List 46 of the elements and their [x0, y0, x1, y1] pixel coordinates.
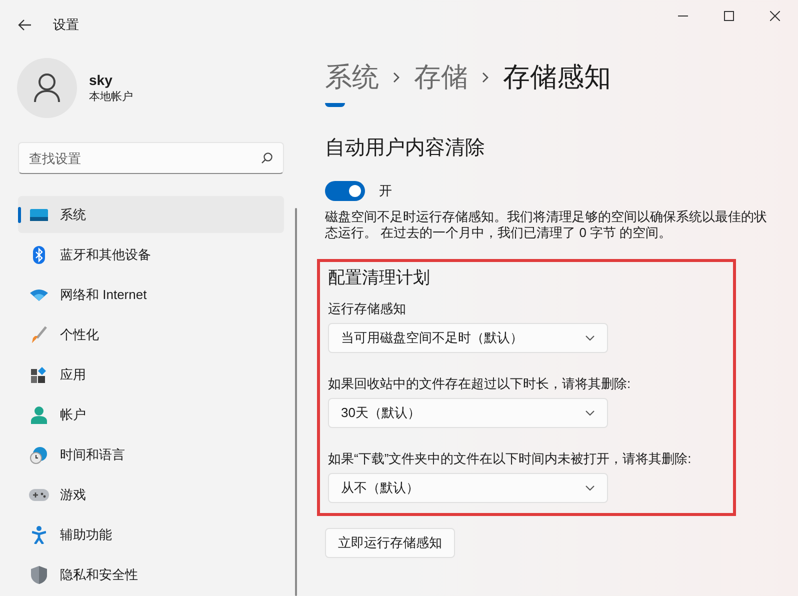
sidebar-item[interactable]: 蓝牙和其他设备: [18, 236, 284, 273]
clock-globe-icon: [28, 446, 50, 464]
maximize-icon: [724, 11, 734, 21]
sidebar-item[interactable]: 辅助功能: [18, 516, 284, 553]
person-icon: [28, 406, 50, 424]
wifi-icon: [28, 288, 50, 300]
sidebar-item[interactable]: 隐私和安全性: [18, 556, 284, 593]
sidebar-item[interactable]: 时间和语言: [18, 436, 284, 473]
chevron-down-icon: [585, 485, 595, 491]
setting-label: 如果回收站中的文件存在超过以下时长，请将其删除:: [328, 375, 632, 393]
scrollbar[interactable]: [295, 208, 297, 596]
sidebar-item[interactable]: 游戏: [18, 476, 284, 513]
shield-icon: [28, 566, 50, 584]
section-title: 配置清理计划: [328, 267, 431, 289]
description-text: 磁盘空间不足时运行存储感知。我们将清理足够的空间以确保系统以最佳的状态运行。 在过去的一个月中，我们已清理了 0 字节 的空间。: [325, 209, 768, 241]
account-type: 本地帐户: [89, 90, 133, 105]
selection-indicator: [18, 207, 21, 223]
search-icon[interactable]: [261, 152, 273, 164]
page-title: 存储感知: [503, 60, 611, 94]
dropdown[interactable]: 当可用磁盘空间不足时（默认）: [328, 323, 608, 353]
toggle-label: 开: [379, 182, 392, 200]
monitor-icon: [28, 208, 50, 220]
close-icon: [770, 11, 780, 21]
breadcrumb-link[interactable]: 系统: [325, 56, 379, 98]
breadcrumb-link[interactable]: 存储: [414, 56, 468, 98]
chevron-down-icon: [585, 410, 595, 416]
setting-label: 如果“下载”文件夹中的文件在以下时间内未被打开，请将其删除:: [328, 450, 692, 468]
search-field[interactable]: 查找设置: [18, 142, 284, 174]
sidebar-item[interactable]: 帐户: [18, 396, 284, 433]
sidebar-item[interactable]: 应用: [18, 356, 284, 393]
chevron-icon: [482, 72, 489, 82]
chevron-down-icon: [585, 335, 595, 341]
section-title: 自动用户内容清除: [325, 136, 486, 161]
window-title: 设置: [53, 16, 79, 34]
dropdown[interactable]: 从不（默认）: [328, 473, 608, 503]
sidebar-item[interactable]: 系统: [18, 196, 284, 233]
sidebar-item[interactable]: 个性化: [18, 316, 284, 353]
chevron-icon: [393, 72, 400, 82]
toggle-switch[interactable]: [325, 181, 365, 201]
back-button[interactable]: [17, 17, 33, 33]
sidebar-item[interactable]: 网络和 Internet: [18, 276, 284, 313]
run-now-button[interactable]: 立即运行存储感知: [325, 528, 455, 558]
gamepad-icon: [28, 488, 50, 500]
setting-label: 运行存储感知: [328, 300, 407, 318]
dropdown[interactable]: 30天（默认）: [328, 398, 608, 428]
account-name: sky: [89, 71, 114, 89]
